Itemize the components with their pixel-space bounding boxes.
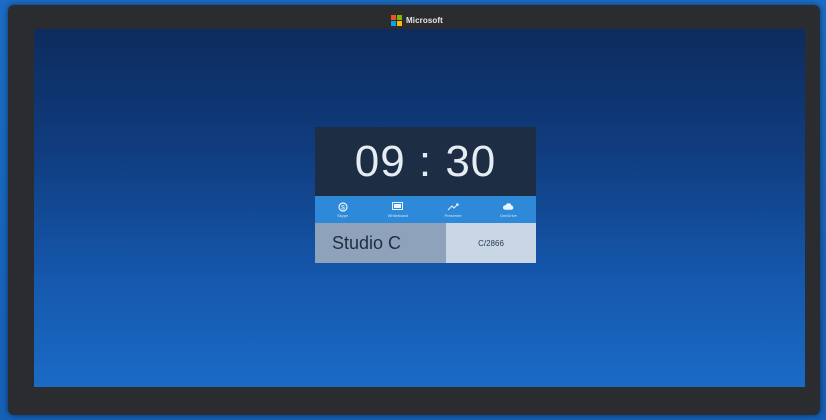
room-name-tile: Studio C [315, 223, 446, 263]
svg-text:S: S [341, 205, 345, 211]
skype-icon: S [337, 201, 349, 212]
app-item-whiteboard[interactable]: Whiteboard [370, 196, 425, 223]
cloud-icon [502, 202, 514, 212]
room-code-tile: C/2866 [446, 223, 536, 263]
app-launcher-bar: S Skype Whiteboard Presenter OneDrive [315, 196, 536, 223]
projection-icon [447, 202, 459, 212]
clock-display: 09 : 30 [315, 127, 536, 196]
app-label: Whiteboard [387, 212, 409, 218]
room-name: Studio C [332, 232, 402, 253]
app-item-presenter[interactable]: Presenter [426, 196, 481, 223]
microsoft-logo-icon [391, 14, 402, 26]
app-item-onedrive[interactable]: OneDrive [481, 196, 536, 223]
welcome-panel: 09 : 30 S Skype Whiteboard Presenter One… [315, 127, 536, 263]
app-label: Presenter [444, 212, 462, 218]
app-label: Skype [337, 212, 349, 218]
clock-time: 09 : 30 [354, 136, 497, 186]
brand-name: Microsoft [406, 15, 443, 25]
app-label: OneDrive [499, 212, 517, 218]
display-screen: 09 : 30 S Skype Whiteboard Presenter One… [34, 29, 805, 387]
app-item-skype[interactable]: S Skype [315, 196, 370, 223]
brand-header: Microsoft [391, 13, 443, 27]
room-code: C/2866 [478, 238, 504, 248]
whiteboard-icon [392, 202, 404, 212]
